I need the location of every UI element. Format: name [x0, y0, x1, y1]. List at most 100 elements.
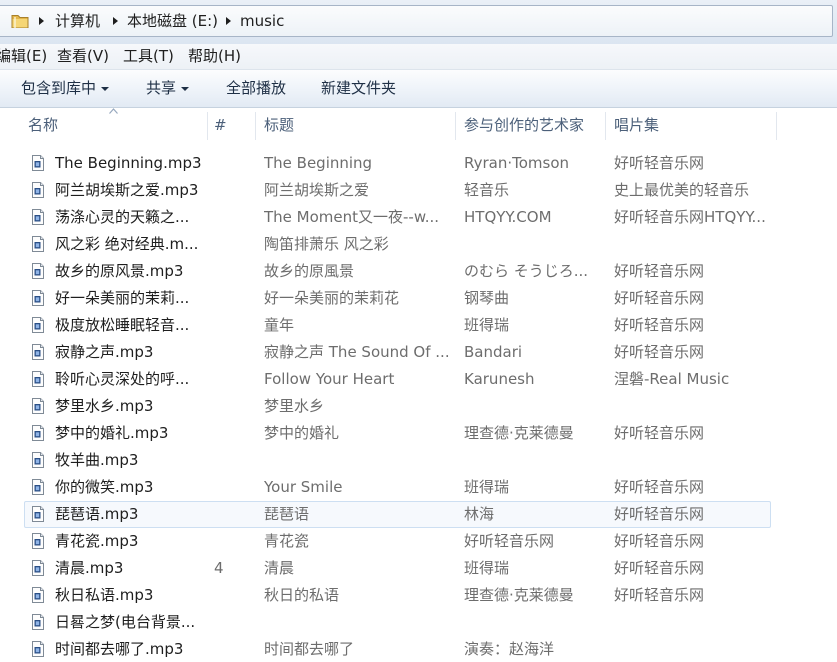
title-cell [264, 609, 454, 636]
title-cell: 寂静之声 The Sound Of ... [264, 343, 450, 361]
file-row[interactable]: 牧羊曲.mp3 [0, 447, 837, 474]
chevron-down-icon[interactable] [101, 87, 109, 91]
file-row[interactable]: 风之彩 绝对经典.m... 陶笛排萧乐 风之彩 [0, 231, 837, 258]
column-header-name[interactable]: 名称 [28, 110, 58, 140]
artist-cell: 演奏：赵海洋 [464, 640, 555, 658]
artist-cell: 班得瑞 [464, 559, 510, 577]
album-cell: 好听轻音乐网HTQYY... [614, 208, 766, 226]
breadcrumb-computer[interactable]: 计算机 [55, 11, 100, 31]
file-row[interactable]: 你的微笑.mp3 Your Smile 班得瑞 好听轻音乐网 [0, 474, 837, 501]
title-cell: 梦中的婚礼 [264, 424, 340, 442]
track-number-cell [214, 474, 252, 501]
track-number-cell [214, 177, 252, 204]
file-row[interactable]: 日晷之梦(电台背景... [0, 609, 837, 636]
play-all-button[interactable]: 全部播放 [226, 70, 286, 107]
file-row[interactable]: 清晨.mp3 4 清晨 班得瑞 好听轻音乐网 [0, 555, 837, 582]
album-cell: 好听轻音乐网 [614, 343, 705, 361]
chevron-right-icon[interactable] [39, 17, 44, 25]
title-cell: Follow Your Heart [264, 370, 395, 388]
share-button[interactable]: 共享 [146, 70, 176, 107]
track-number-cell [214, 582, 252, 609]
file-row[interactable]: 梦中的婚礼.mp3 梦中的婚礼 理查德·克莱德曼 好听轻音乐网 [0, 420, 837, 447]
audio-file-icon [32, 263, 44, 279]
file-row[interactable]: 极度放松睡眠轻音... 童年 班得瑞 好听轻音乐网 [0, 312, 837, 339]
track-number-cell [214, 258, 252, 285]
audio-file-icon [32, 209, 44, 225]
file-name-cell: 时间都去哪了.mp3 [55, 640, 184, 658]
artist-cell: Ryran·Tomson [464, 154, 570, 172]
new-folder-button[interactable]: 新建文件夹 [321, 70, 396, 107]
album-cell: 好听轻音乐网 [614, 289, 705, 307]
file-name-cell: 好一朵美丽的茉莉... [55, 289, 190, 307]
column-resize-handle[interactable] [455, 112, 456, 140]
breadcrumb-local-disk-e[interactable]: 本地磁盘 (E:) [127, 11, 218, 31]
column-header-number[interactable]: # [214, 110, 227, 140]
file-row[interactable]: 荡涤心灵的天籁之... The Moment又一夜--w... HTQYY.COM 好… [0, 204, 837, 231]
column-resize-handle[interactable] [255, 112, 256, 140]
track-number-cell [214, 447, 252, 474]
column-header-artist[interactable]: 参与创作的艺术家 [464, 110, 584, 140]
album-cell [614, 393, 774, 420]
file-name-cell: The Beginning.mp3 [55, 154, 202, 172]
file-name-cell: 秋日私语.mp3 [55, 586, 154, 604]
file-name-cell: 青花瓷.mp3 [55, 532, 139, 550]
title-cell: 秋日的私语 [264, 586, 340, 604]
file-row[interactable]: 寂静之声.mp3 寂静之声 The Sound Of ... Bandari 好听轻音… [0, 339, 837, 366]
file-row[interactable]: 好一朵美丽的茉莉... 好一朵美丽的茉莉花 钢琴曲 好听轻音乐网 [0, 285, 837, 312]
title-cell: 清晨 [264, 559, 295, 577]
file-row[interactable]: 时间都去哪了.mp3 时间都去哪了 演奏：赵海洋 [0, 636, 837, 662]
include-in-library-button[interactable]: 包含到库中 [21, 70, 96, 107]
menu-view[interactable]: 查看(V) [57, 44, 109, 69]
album-cell: 好听轻音乐网 [614, 586, 705, 604]
artist-cell [464, 393, 604, 420]
column-resize-handle[interactable] [207, 112, 208, 140]
file-name-cell: 荡涤心灵的天籁之... [55, 208, 190, 226]
audio-file-icon [32, 236, 44, 252]
title-cell: The Moment又一夜--w... [264, 208, 440, 226]
track-number-cell [214, 366, 252, 393]
column-header-title[interactable]: 标题 [264, 110, 294, 140]
chevron-down-icon[interactable] [181, 87, 189, 91]
file-name-cell: 故乡的原风景.mp3 [55, 262, 184, 280]
artist-cell: HTQYY.COM [464, 208, 552, 226]
chevron-right-icon[interactable] [226, 17, 231, 25]
track-number-cell [214, 339, 252, 366]
album-cell: 好听轻音乐网 [614, 559, 705, 577]
column-resize-handle[interactable] [605, 112, 606, 140]
file-row[interactable]: 秋日私语.mp3 秋日的私语 理查德·克莱德曼 好听轻音乐网 [0, 582, 837, 609]
album-cell: 好听轻音乐网 [614, 478, 705, 496]
artist-cell [464, 447, 604, 474]
title-cell: Your Smile [264, 478, 343, 496]
audio-file-icon [32, 398, 44, 414]
artist-cell: Karunesh [464, 370, 535, 388]
column-resize-handle[interactable] [776, 112, 777, 140]
title-cell: 梦里水乡 [264, 397, 325, 415]
album-cell [614, 447, 774, 474]
file-row[interactable]: 梦里水乡.mp3 梦里水乡 [0, 393, 837, 420]
chevron-right-icon[interactable] [113, 17, 118, 25]
track-number-cell [214, 285, 252, 312]
file-row[interactable]: 琵琶语.mp3 琵琶语 林海 好听轻音乐网 [0, 501, 837, 528]
file-row[interactable]: 阿兰胡埃斯之爱.mp3 阿兰胡埃斯之爱 轻音乐 史上最优美的轻音乐 [0, 177, 837, 204]
menu-tools[interactable]: 工具(T) [123, 44, 174, 69]
menu-help[interactable]: 帮助(H) [188, 44, 241, 69]
audio-file-icon [32, 371, 44, 387]
folder-icon[interactable] [11, 13, 29, 29]
column-header-album[interactable]: 唱片集 [614, 110, 659, 140]
track-number-cell [214, 501, 252, 528]
artist-cell [464, 231, 604, 258]
file-row[interactable]: The Beginning.mp3 The Beginning Ryran·Toms… [0, 150, 837, 177]
file-row[interactable]: 故乡的原风景.mp3 故乡的原風景 のむら そうじろ... 好听轻音乐网 [0, 258, 837, 285]
artist-cell: 好听轻音乐网 [464, 532, 555, 550]
title-cell: 青花瓷 [264, 532, 310, 550]
menu-edit[interactable]: 编辑(E) [0, 44, 47, 69]
title-cell [264, 447, 454, 474]
address-bar: 计算机 本地磁盘 (E:) music [0, 0, 837, 44]
breadcrumb-music[interactable]: music [240, 11, 284, 31]
album-cell [614, 231, 774, 258]
file-row[interactable]: 青花瓷.mp3 青花瓷 好听轻音乐网 好听轻音乐网 [0, 528, 837, 555]
breadcrumb[interactable] [0, 5, 833, 37]
file-row[interactable]: 聆听心灵深处的呼... Follow Your Heart Karunesh 涅磐-R… [0, 366, 837, 393]
audio-file-icon [32, 452, 44, 468]
track-number-cell [214, 609, 252, 636]
